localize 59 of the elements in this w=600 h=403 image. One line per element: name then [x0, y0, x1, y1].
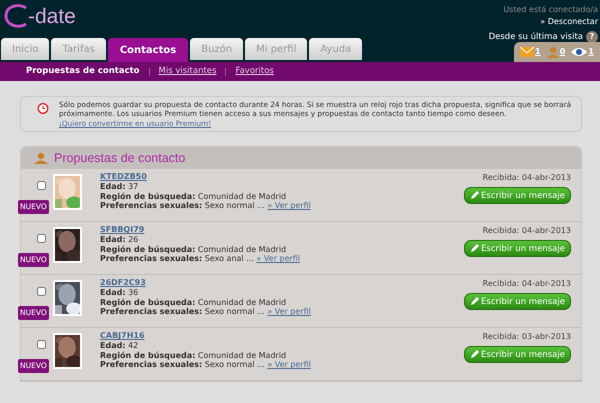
write-message-button[interactable]: Escribir un mensaje — [464, 346, 571, 364]
subnav-link[interactable]: Mis visitantes — [158, 65, 216, 78]
checkbox[interactable] — [37, 287, 46, 296]
received-date: Recibida: 04-abr-2013 — [482, 172, 571, 184]
counter-link[interactable]: 0 — [560, 46, 566, 58]
nav-tab[interactable]: Inicio — [1, 38, 50, 60]
received-date: Recibida: 04-abr-2013 — [482, 225, 571, 238]
username-link[interactable]: CABJ7H16 — [100, 331, 145, 340]
pencil-icon — [470, 191, 480, 200]
help-button[interactable]: ? — [586, 31, 598, 44]
region-text: Región de búsqueda: Comunidad de Madrid — [100, 244, 288, 254]
region-text: Región de búsqueda: Comunidad de Madrid — [100, 350, 288, 360]
pencil-icon — [470, 350, 480, 360]
age-text: Edad: 26 — [100, 235, 140, 245]
logo-icon — [4, 4, 30, 28]
received-date: Recibida: 03-abr-2013 — [482, 331, 571, 344]
username-link[interactable]: SFBBQI79 — [100, 225, 144, 234]
subnav-link[interactable]: Favoritos — [235, 65, 274, 78]
pencil-icon — [470, 297, 480, 306]
panel-title: Propuestas de contacto — [54, 150, 186, 168]
preferences-text: Preferencias sexuales: Sexo normal ... — [100, 360, 265, 370]
region-text: Región de búsqueda: Comunidad de Madrid — [100, 192, 288, 202]
logout-link[interactable]: » Desconectar — [540, 16, 598, 28]
age-text: Edad: 42 — [100, 341, 140, 351]
write-message-button[interactable]: Escribir un mensaje — [464, 240, 571, 258]
logo-text: -date — [28, 6, 76, 26]
nav-tab[interactable]: Mi perfil — [245, 38, 308, 60]
username-link[interactable]: 26DF2C93 — [100, 278, 146, 288]
checkbox[interactable] — [37, 340, 46, 350]
region-text: Región de búsqueda: Comunidad de Madrid — [100, 298, 288, 308]
write-message-button[interactable]: Escribir un mensaje — [464, 293, 571, 310]
nav-tab[interactable]: Tarifas — [51, 38, 106, 60]
preferences-text: Preferencias sexuales: Sexo anal ... — [100, 254, 254, 264]
write-message-button[interactable]: Escribir un mensaje — [464, 187, 571, 204]
last-visit-label: Desde su última visita — [488, 31, 583, 44]
age-text: Edad: 36 — [100, 288, 140, 298]
preferences-text: Preferencias sexuales: Sexo normal ... — [100, 307, 265, 316]
counter-link[interactable]: 1 — [535, 46, 541, 58]
envelope-icon[interactable] — [520, 47, 534, 57]
view-profile-link[interactable]: » Ver perfil — [267, 307, 311, 316]
received-date: Recibida: 04-abr-2013 — [482, 278, 571, 290]
view-profile-link[interactable]: » Ver perfil — [256, 254, 300, 264]
view-profile-link[interactable]: » Ver perfil — [267, 201, 311, 210]
nav-tab[interactable]: Ayuda — [309, 38, 362, 60]
checkbox[interactable] — [37, 181, 46, 190]
preferences-text: Preferencias sexuales: Sexo normal ... — [100, 201, 265, 210]
username-link[interactable]: KTEDZB50 — [100, 172, 147, 182]
person-icon — [34, 152, 48, 164]
nav-tab[interactable]: Buzón — [190, 38, 244, 60]
eye-icon[interactable] — [571, 47, 588, 57]
login-status: Usted está conectado/a — [503, 4, 598, 16]
nav-tab[interactable]: Contactos — [108, 38, 188, 62]
age-text: Edad: 37 — [100, 182, 140, 192]
subnav-link[interactable]: Propuestas de contacto — [26, 65, 140, 78]
counter-link[interactable]: 1 — [588, 46, 594, 58]
pencil-icon — [470, 244, 480, 254]
clock-icon — [37, 102, 49, 114]
view-profile-link[interactable]: » Ver perfil — [267, 360, 311, 370]
checkbox[interactable] — [37, 234, 46, 244]
